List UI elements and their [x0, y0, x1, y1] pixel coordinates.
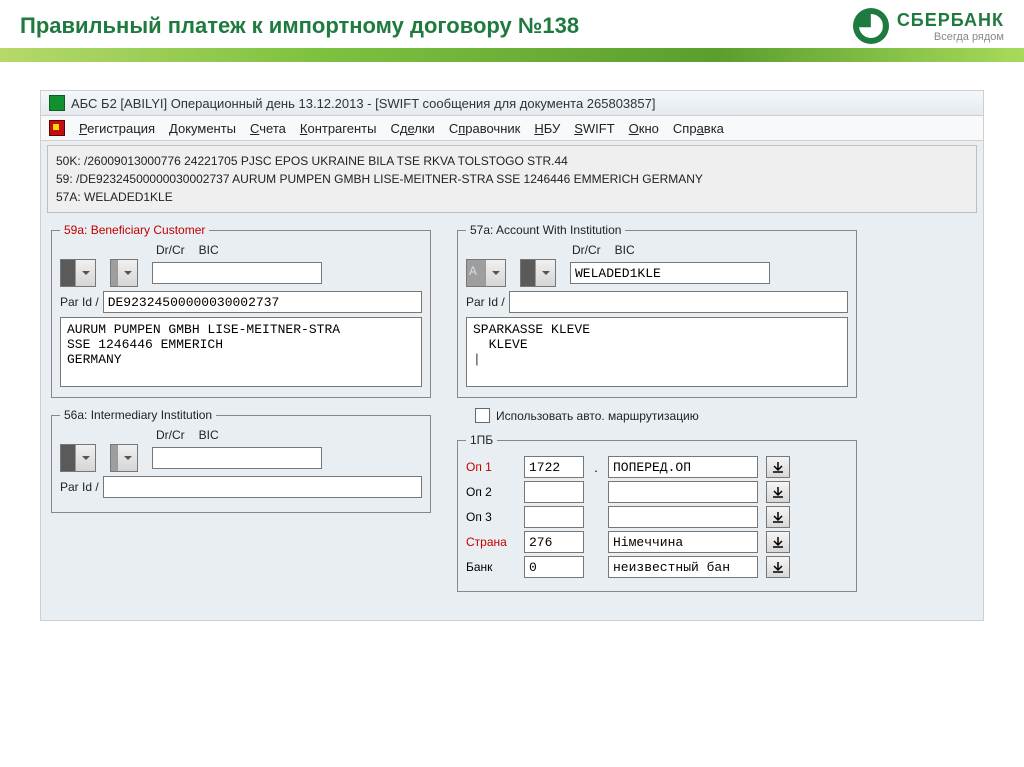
auto-routing-checkbox[interactable]	[475, 408, 490, 423]
swift-info-box: 50K: /26009013000776 24221705 PJSC EPOS …	[47, 145, 977, 213]
brand-tagline: Всегда рядом	[897, 31, 1004, 43]
bank-code-input[interactable]	[524, 556, 584, 578]
app-icon	[49, 95, 65, 111]
bank-name-input[interactable]	[608, 556, 758, 578]
menu-nbu[interactable]: НБУ	[534, 121, 560, 136]
fieldset-59a: 59a: Beneficiary Customer Dr/Cr BIC	[51, 223, 431, 398]
op3-code-input[interactable]	[524, 506, 584, 528]
parid-input-57a[interactable]	[509, 291, 848, 313]
country-code-input[interactable]	[524, 531, 584, 553]
menu-registration[interactable]: Регистрация	[79, 121, 155, 136]
country-name-input[interactable]	[608, 531, 758, 553]
brand-name: СБЕРБАНК	[897, 10, 1004, 31]
app-window: АБС Б2 [ABILYI] Операционный день 13.12.…	[40, 90, 984, 621]
op3-text-input[interactable]	[608, 506, 758, 528]
menu-deals[interactable]: Сделки	[390, 121, 434, 136]
label-op1: Оп 1	[466, 460, 516, 474]
legend-57a: 57a: Account With Institution	[466, 223, 625, 237]
dropdown-57a-type[interactable]: A	[466, 259, 506, 287]
label-op2: Оп 2	[466, 485, 516, 499]
body-59a[interactable]: AURUM PUMPEN GMBH LISE-MEITNER-STRA SSE …	[60, 317, 422, 387]
label-parid-56a: Par Id /	[60, 480, 99, 494]
body-57a[interactable]: SPARKASSE KLEVE KLEVE |	[466, 317, 848, 387]
slide-header: Правильный платеж к импортному договору …	[0, 0, 1024, 48]
menu-swift[interactable]: SWIFT	[574, 121, 614, 136]
label-drcr-56a: Dr/Cr	[156, 428, 185, 442]
dropdown-56a-drcr[interactable]	[110, 444, 138, 472]
op1-code-input[interactable]	[524, 456, 584, 478]
dropdown-56a-type[interactable]	[60, 444, 96, 472]
chevron-down-icon[interactable]	[117, 445, 137, 471]
bic-input-56a[interactable]	[152, 447, 322, 469]
op1-lookup-button[interactable]	[766, 456, 790, 478]
dropdown-59a-type[interactable]	[60, 259, 96, 287]
op3-lookup-button[interactable]	[766, 506, 790, 528]
op1-text-input[interactable]	[608, 456, 758, 478]
fieldset-56a: 56a: Intermediary Institution Dr/Cr BIC	[51, 408, 431, 513]
op2-text-input[interactable]	[608, 481, 758, 503]
label-bic-56a: BIC	[199, 428, 219, 442]
chevron-down-icon[interactable]	[535, 260, 555, 286]
page-title: Правильный платеж к импортному договору …	[20, 13, 579, 39]
brand: СБЕРБАНК Всегда рядом	[853, 8, 1004, 44]
chevron-down-icon[interactable]	[117, 260, 137, 286]
legend-59a: 59a: Beneficiary Customer	[60, 223, 209, 237]
fieldset-57a: 57a: Account With Institution Dr/Cr BIC …	[457, 223, 857, 398]
divider-bar	[0, 48, 1024, 62]
label-bank: Банк	[466, 560, 516, 574]
fieldset-1pb: 1ПБ Оп 1 . Оп 2	[457, 433, 857, 592]
menu-counterparties[interactable]: Контрагенты	[300, 121, 377, 136]
legend-1pb: 1ПБ	[466, 433, 497, 447]
menu-app-icon[interactable]	[49, 120, 65, 136]
menu-documents[interactable]: Документы	[169, 121, 236, 136]
sberbank-logo-icon	[853, 8, 889, 44]
legend-56a: 56a: Intermediary Institution	[60, 408, 216, 422]
title-bar: АБС Б2 [ABILYI] Операционный день 13.12.…	[41, 91, 983, 116]
menu-handbook[interactable]: Справочник	[449, 121, 521, 136]
bic-input-59a[interactable]	[152, 262, 322, 284]
chevron-down-icon[interactable]	[75, 260, 95, 286]
auto-routing-label: Использовать авто. маршрутизацию	[496, 409, 699, 423]
menu-help[interactable]: Справка	[673, 121, 724, 136]
swift-line-50k: 50K: /26009013000776 24221705 PJSC EPOS …	[56, 152, 968, 170]
label-bic-57a: BIC	[615, 243, 635, 257]
op2-lookup-button[interactable]	[766, 481, 790, 503]
label-bic-59a: BIC	[199, 243, 219, 257]
dropdown-57a-drcr[interactable]	[520, 259, 556, 287]
auto-routing-row[interactable]: Использовать авто. маршрутизацию	[475, 408, 857, 423]
swift-line-59: 59: /DE92324500000030002737 AURUM PUMPEN…	[56, 170, 968, 188]
bank-lookup-button[interactable]	[766, 556, 790, 578]
label-country: Страна	[466, 535, 516, 549]
dropdown-59a-drcr[interactable]	[110, 259, 138, 287]
parid-input-56a[interactable]	[103, 476, 422, 498]
parid-input-59a[interactable]	[103, 291, 422, 313]
label-parid-57a: Par Id /	[466, 295, 505, 309]
label-op3: Оп 3	[466, 510, 516, 524]
country-lookup-button[interactable]	[766, 531, 790, 553]
bic-input-57a[interactable]	[570, 262, 770, 284]
label-parid-59a: Par Id /	[60, 295, 99, 309]
menu-window[interactable]: Окно	[629, 121, 659, 136]
menu-bar: Регистрация Документы Счета Контрагенты …	[41, 116, 983, 141]
chevron-down-icon[interactable]	[75, 445, 95, 471]
swift-line-57a: 57A: WELADED1KLE	[56, 188, 968, 206]
label-drcr-59a: Dr/Cr	[156, 243, 185, 257]
op2-code-input[interactable]	[524, 481, 584, 503]
label-drcr-57a: Dr/Cr	[572, 243, 601, 257]
chevron-down-icon[interactable]	[485, 260, 505, 286]
menu-accounts[interactable]: Счета	[250, 121, 286, 136]
app-title: АБС Б2 [ABILYI] Операционный день 13.12.…	[71, 96, 655, 111]
